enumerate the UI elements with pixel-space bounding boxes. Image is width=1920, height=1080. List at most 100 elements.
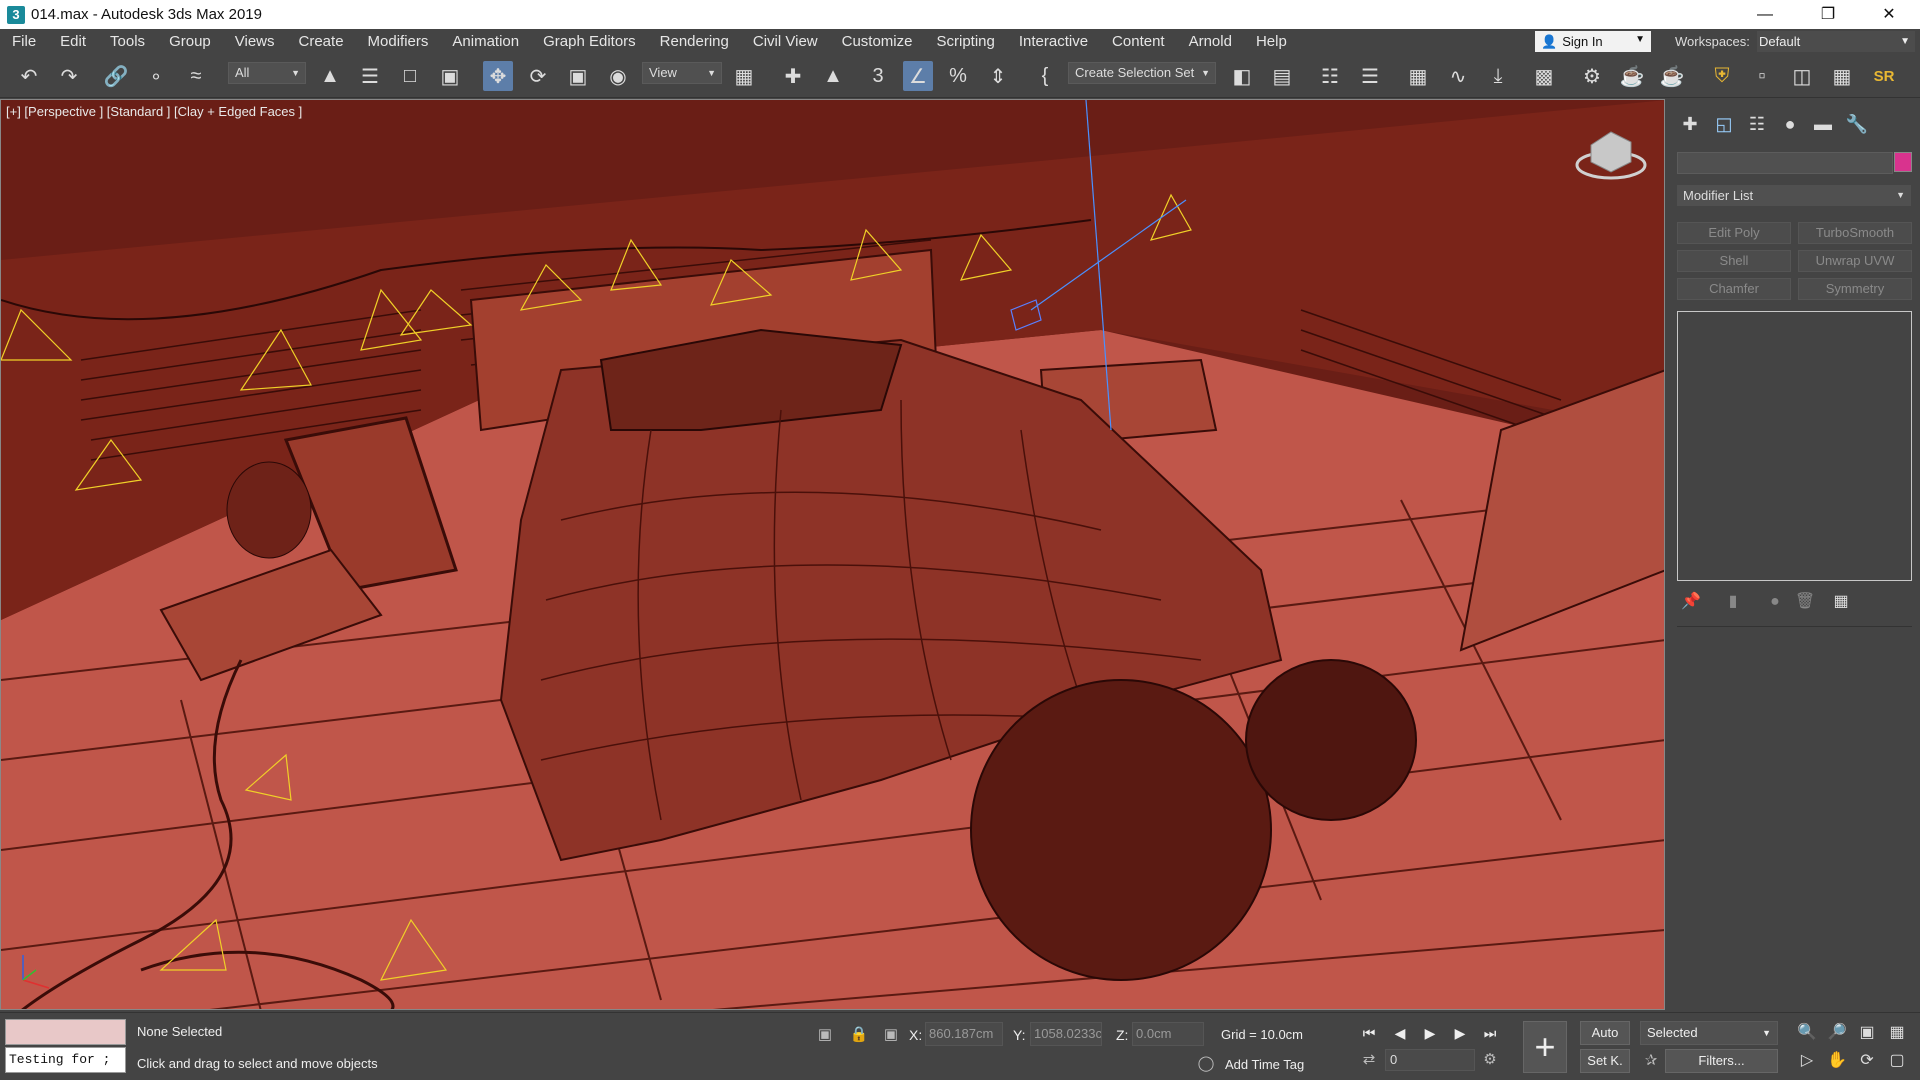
schematic-view-icon[interactable]: ⤓ bbox=[1483, 61, 1513, 91]
angle-snap-icon[interactable]: ∠ bbox=[903, 61, 933, 91]
modify-tab-icon[interactable]: ◱ bbox=[1711, 111, 1737, 137]
modifier-list-dropdown[interactable]: Modifier List ▼ bbox=[1677, 185, 1911, 206]
selection-lock-icon[interactable]: 🔒 bbox=[848, 1024, 870, 1046]
set-key-button[interactable]: Set K. bbox=[1580, 1049, 1630, 1073]
rectangular-selection-icon[interactable]: □ bbox=[395, 61, 425, 91]
key-mode-toggle-icon[interactable]: ⇄ bbox=[1358, 1049, 1380, 1071]
menu-scripting[interactable]: Scripting bbox=[924, 29, 1006, 54]
remove-modifier-icon[interactable]: 🗑 bbox=[1794, 591, 1816, 613]
configure-modifier-sets-icon[interactable]: ▦ bbox=[1830, 591, 1852, 613]
previous-frame-icon[interactable]: ◀ bbox=[1388, 1022, 1412, 1044]
named-selection-set-dropdown[interactable]: Create Selection Set ▼ bbox=[1068, 62, 1216, 84]
select-and-scale-icon[interactable]: ▣ bbox=[563, 61, 593, 91]
menu-arnold[interactable]: Arnold bbox=[1177, 29, 1244, 54]
go-to-start-icon[interactable]: ⏮ bbox=[1357, 1022, 1381, 1044]
object-color-swatch[interactable] bbox=[1894, 152, 1912, 172]
bind-space-warp-icon[interactable]: ≈ bbox=[181, 61, 211, 91]
maxscript-input[interactable]: Testing for ; bbox=[5, 1047, 126, 1073]
object-name-field[interactable] bbox=[1677, 152, 1893, 174]
menu-tools[interactable]: Tools bbox=[98, 29, 157, 54]
selection-filter-dropdown[interactable]: All ▼ bbox=[228, 62, 306, 84]
render-view-icon[interactable]: ▫ bbox=[1747, 61, 1777, 91]
symmetry-button[interactable]: Symmetry bbox=[1798, 278, 1912, 300]
display-tab-icon[interactable]: ▬ bbox=[1810, 111, 1836, 137]
x-coord-field[interactable]: 860.187cm bbox=[925, 1022, 1003, 1046]
motion-tab-icon[interactable]: ● bbox=[1777, 111, 1803, 137]
snaps-toggle-icon[interactable]: 3 bbox=[863, 61, 893, 91]
link-icon[interactable]: 🔗 bbox=[101, 61, 131, 91]
create-tab-icon[interactable]: ✚ bbox=[1677, 111, 1703, 137]
scene-explorer-icon[interactable]: ☷ bbox=[1315, 61, 1345, 91]
menu-group[interactable]: Group bbox=[157, 29, 223, 54]
pin-stack-icon[interactable]: 📌 bbox=[1680, 591, 1702, 613]
spinner-snap-icon[interactable]: ⇕ bbox=[983, 61, 1013, 91]
render-region-icon[interactable]: ◫ bbox=[1787, 61, 1817, 91]
workspace-select[interactable]: Default ▼ bbox=[1757, 31, 1915, 52]
menu-animation[interactable]: Animation bbox=[440, 29, 531, 54]
zoom-extents-all-icon[interactable]: ▦ bbox=[1885, 1021, 1909, 1045]
menu-help[interactable]: Help bbox=[1244, 29, 1299, 54]
select-object-icon[interactable]: ▲ bbox=[315, 61, 345, 91]
key-filters-icon[interactable]: ✰ bbox=[1640, 1050, 1662, 1072]
menu-rendering[interactable]: Rendering bbox=[648, 29, 741, 54]
menu-interactive[interactable]: Interactive bbox=[1007, 29, 1100, 54]
isolate-selection-icon[interactable]: ▣ bbox=[814, 1024, 836, 1046]
utilities-tab-icon[interactable]: 🔧 bbox=[1844, 111, 1870, 137]
menu-file[interactable]: File bbox=[0, 29, 48, 54]
pan-hand-icon[interactable]: ✋ bbox=[1825, 1049, 1849, 1073]
window-crossing-icon[interactable]: ▣ bbox=[435, 61, 465, 91]
shell-button[interactable]: Shell bbox=[1677, 250, 1791, 272]
menu-views[interactable]: Views bbox=[223, 29, 287, 54]
arnold-shield-icon[interactable]: ⛨ bbox=[1707, 61, 1737, 91]
menu-customize[interactable]: Customize bbox=[830, 29, 925, 54]
select-and-move-icon[interactable]: ✥ bbox=[483, 61, 513, 91]
hierarchy-tab-icon[interactable]: ☷ bbox=[1744, 111, 1770, 137]
toggle-ribbon-icon[interactable]: ▦ bbox=[1403, 61, 1433, 91]
undo-icon[interactable]: ↶ bbox=[14, 61, 44, 91]
set-key-plus-icon[interactable]: + bbox=[1523, 1021, 1567, 1073]
current-frame-field[interactable]: 0 bbox=[1385, 1049, 1475, 1071]
select-and-place-icon[interactable]: ◉ bbox=[603, 61, 633, 91]
menu-modifiers[interactable]: Modifiers bbox=[356, 29, 441, 54]
orbit-icon[interactable]: ⟳ bbox=[1855, 1049, 1879, 1073]
key-filter-selection-dropdown[interactable]: Selected ▼ bbox=[1640, 1021, 1778, 1045]
viewport-label[interactable]: [+] [Perspective ] [Standard ] [Clay + E… bbox=[6, 104, 302, 119]
sr-label-icon[interactable]: SR bbox=[1869, 61, 1899, 91]
menu-edit[interactable]: Edit bbox=[48, 29, 98, 54]
show-end-result-icon[interactable]: ▮ bbox=[1722, 591, 1744, 613]
z-coord-field[interactable]: 0.0cm bbox=[1132, 1022, 1204, 1046]
material-editor-icon[interactable]: ▩ bbox=[1529, 61, 1559, 91]
minimize-button[interactable]: — bbox=[1742, 0, 1788, 29]
align-icon[interactable]: ▤ bbox=[1267, 61, 1297, 91]
percent-snap-icon[interactable]: % bbox=[943, 61, 973, 91]
select-manipulate-icon[interactable]: ✚ bbox=[778, 61, 808, 91]
layer-explorer-icon[interactable]: ☰ bbox=[1355, 61, 1385, 91]
select-by-name-icon[interactable]: ☰ bbox=[355, 61, 385, 91]
zoom-all-icon[interactable]: 🔎 bbox=[1825, 1021, 1849, 1045]
menu-create[interactable]: Create bbox=[287, 29, 356, 54]
unwrap-uvw-button[interactable]: Unwrap UVW bbox=[1798, 250, 1912, 272]
rendered-frame-window-icon[interactable]: ☕ bbox=[1617, 61, 1647, 91]
menu-graph-editors[interactable]: Graph Editors bbox=[531, 29, 648, 54]
turbosmooth-button[interactable]: TurboSmooth bbox=[1798, 222, 1912, 244]
filters-button[interactable]: Filters... bbox=[1665, 1049, 1778, 1073]
pivot-point-center-icon[interactable]: ▦ bbox=[729, 61, 759, 91]
modifier-stack[interactable] bbox=[1677, 311, 1912, 581]
edit-poly-button[interactable]: Edit Poly bbox=[1677, 222, 1791, 244]
make-unique-icon[interactable]: ● bbox=[1764, 591, 1786, 613]
field-of-view-icon[interactable]: ▷ bbox=[1795, 1049, 1819, 1073]
menu-civil-view[interactable]: Civil View bbox=[741, 29, 830, 54]
sign-in-dropdown[interactable]: 👤 Sign In ▼ bbox=[1535, 31, 1651, 52]
go-to-end-icon[interactable]: ⏭ bbox=[1478, 1022, 1502, 1044]
render-setup-icon[interactable]: ⚙ bbox=[1577, 61, 1607, 91]
play-icon[interactable]: ▶ bbox=[1418, 1022, 1442, 1044]
y-coord-field[interactable]: 1058.0233c bbox=[1030, 1022, 1102, 1046]
absolute-mode-icon[interactable]: ▣ bbox=[880, 1024, 902, 1046]
time-configuration-icon[interactable]: ⚙ bbox=[1479, 1049, 1501, 1071]
curve-editor-icon[interactable]: ∿ bbox=[1443, 61, 1473, 91]
render-production-icon[interactable]: ☕ bbox=[1657, 61, 1687, 91]
add-time-tag-button[interactable]: Add Time Tag bbox=[1225, 1057, 1304, 1072]
perspective-viewport[interactable]: [+] [Perspective ] [Standard ] [Clay + E… bbox=[0, 99, 1665, 1010]
close-button[interactable]: ✕ bbox=[1866, 0, 1912, 29]
select-and-rotate-icon[interactable]: ⟳ bbox=[523, 61, 553, 91]
